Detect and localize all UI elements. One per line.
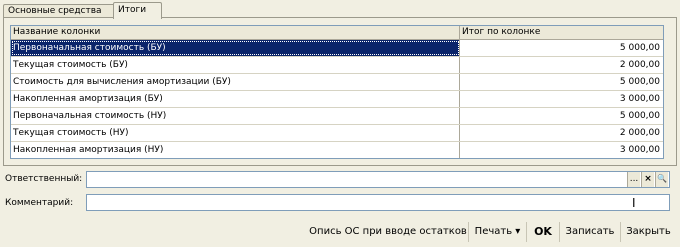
row-total-cell[interactable]: 2 000,00 — [460, 57, 662, 73]
select-button[interactable]: ... — [627, 172, 640, 187]
tab-bar: Основные средства Итоги — [3, 2, 675, 19]
column-header-name[interactable]: Название колонки — [11, 26, 460, 39]
row-total-cell[interactable]: 5 000,00 — [460, 108, 662, 124]
search-icon[interactable]: 🔍 — [655, 172, 668, 187]
doc-description-button[interactable]: Опись ОС при вводе остатков — [308, 222, 468, 242]
row-name-cell[interactable]: Стоимость для вычисления амортизации (БУ… — [11, 74, 460, 90]
totals-table[interactable]: Название колонки Итог по колонке Первона… — [10, 25, 664, 159]
chevron-down-icon: ▾ — [515, 226, 521, 237]
totals-panel: Название колонки Итог по колонке Первона… — [3, 17, 677, 166]
row-total-cell[interactable]: 3 000,00 — [460, 91, 662, 107]
tab-fixed-assets[interactable]: Основные средства — [3, 4, 116, 18]
responsible-label: Ответственный: — [5, 174, 83, 184]
row-name-cell[interactable]: Текущая стоимость (БУ) — [11, 57, 460, 73]
table-header: Название колонки Итог по колонке — [11, 26, 663, 40]
comment-label: Комментарий: — [5, 198, 74, 208]
text-cursor-icon: I — [632, 196, 636, 210]
row-name-cell[interactable]: Накопленная амортизация (БУ) — [11, 91, 460, 107]
clear-icon[interactable]: × — [641, 172, 654, 187]
row-name-cell[interactable]: Первоначальная стоимость (НУ) — [11, 108, 460, 124]
row-name-cell[interactable]: Текущая стоимость (НУ) — [11, 125, 460, 141]
table-row[interactable]: Текущая стоимость (НУ) 2 000,00 — [11, 125, 663, 142]
row-name-cell[interactable]: Накопленная амортизация (НУ) — [11, 142, 460, 158]
table-row[interactable]: Первоначальная стоимость (БУ) 5 000,00 — [11, 40, 663, 57]
table-row[interactable]: Стоимость для вычисления амортизации (БУ… — [11, 74, 663, 91]
print-button[interactable]: Печать ▾ — [468, 222, 526, 242]
table-row[interactable]: Накопленная амортизация (БУ) 3 000,00 — [11, 91, 663, 108]
row-total-cell[interactable]: 2 000,00 — [460, 125, 662, 141]
table-row[interactable]: Текущая стоимость (БУ) 2 000,00 — [11, 57, 663, 74]
comment-field[interactable] — [86, 194, 670, 211]
tab-totals[interactable]: Итоги — [113, 2, 162, 19]
row-total-cell[interactable]: 3 000,00 — [460, 142, 662, 158]
table-body: Первоначальная стоимость (БУ) 5 000,00 Тек… — [11, 40, 663, 158]
bottom-toolbar: Опись ОС при вводе остатков Печать ▾ OK … — [0, 222, 680, 242]
row-total-cell[interactable]: 5 000,00 — [460, 40, 662, 56]
responsible-field[interactable]: ... × 🔍 — [86, 171, 670, 188]
row-total-cell[interactable]: 5 000,00 — [460, 74, 662, 90]
print-label: Печать — [474, 226, 513, 237]
close-button[interactable]: Закрыть — [620, 222, 676, 242]
row-name-cell[interactable]: Первоначальная стоимость (БУ) — [11, 40, 460, 56]
column-header-total[interactable]: Итог по колонке — [460, 26, 662, 39]
ok-button[interactable]: OK — [526, 222, 559, 242]
save-button[interactable]: Записать — [559, 222, 620, 242]
table-row[interactable]: Накопленная амортизация (НУ) 3 000,00 — [11, 142, 663, 158]
table-row[interactable]: Первоначальная стоимость (НУ) 5 000,00 — [11, 108, 663, 125]
